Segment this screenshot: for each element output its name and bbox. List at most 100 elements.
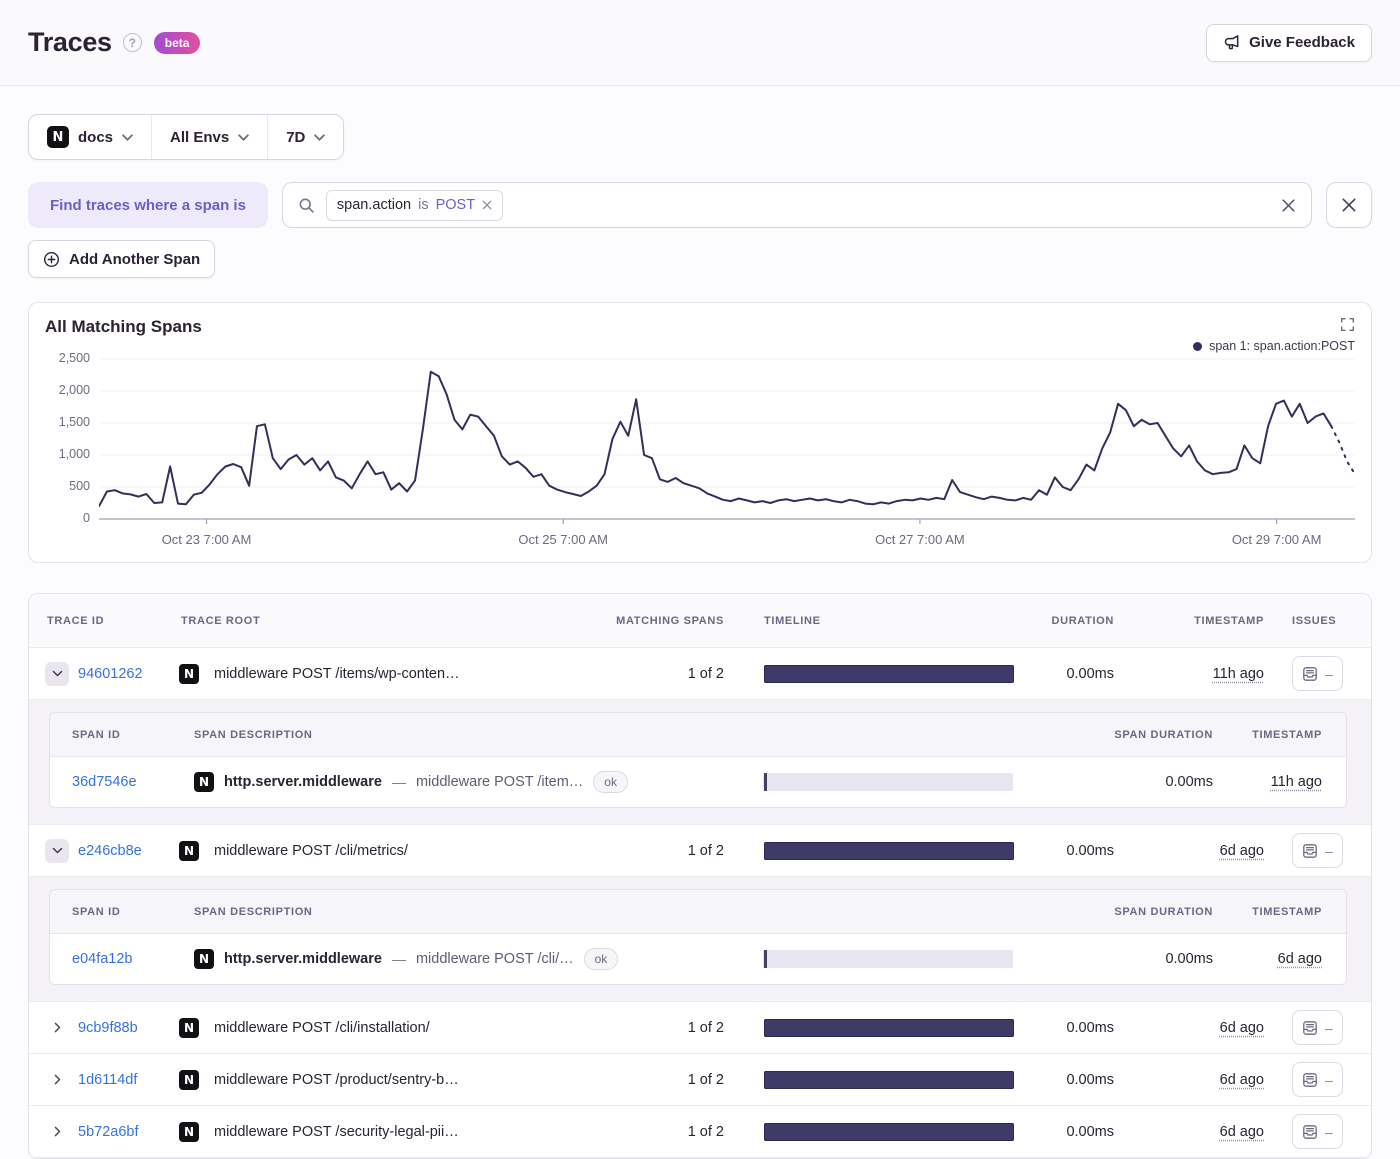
span-id-link[interactable]: e04fa12b — [72, 951, 132, 967]
column-header-span-timestamp: TIMESTAMP — [1252, 728, 1322, 741]
chevron-right-icon — [54, 1022, 60, 1033]
issues-button[interactable]: – — [1292, 1114, 1343, 1149]
chevron-down-icon — [238, 133, 249, 141]
issues-count: – — [1325, 665, 1333, 682]
nextjs-project-icon: N — [47, 126, 69, 148]
trace-root-text: middleware POST /security-legal-pii… — [214, 1123, 459, 1140]
plus-circle-icon — [43, 251, 60, 268]
duration-value: 0.00ms — [1066, 665, 1114, 682]
status-badge: ok — [593, 771, 628, 793]
timestamp-link[interactable]: 6d ago — [1220, 843, 1264, 859]
x-axis-label: Oct 29 7:00 AM — [1231, 532, 1322, 547]
matching-spans-count: 1 of 2 — [687, 1019, 724, 1036]
expand-toggle[interactable] — [45, 1120, 69, 1144]
matching-spans-count: 1 of 2 — [687, 1123, 724, 1140]
trace-row[interactable]: 9cb9f88b N middleware POST /cli/installa… — [29, 1002, 1371, 1054]
chart-legend[interactable]: span 1: span.action:POST — [45, 338, 1355, 354]
trace-id-link[interactable]: 9cb9f88b — [78, 1020, 138, 1036]
span-row[interactable]: 36d7546e N http.server.middleware — midd… — [50, 757, 1346, 807]
timestamp-link[interactable]: 6d ago — [1220, 1072, 1264, 1088]
issues-icon — [1303, 666, 1317, 681]
span-table-header: SPAN ID SPAN DESCRIPTION SPAN DURATION T… — [50, 713, 1346, 757]
span-id-link[interactable]: 36d7546e — [72, 774, 137, 790]
trace-id-link[interactable]: e246cb8e — [78, 843, 142, 859]
trace-row[interactable]: 5b72a6bf N middleware POST /security-leg… — [29, 1106, 1371, 1158]
nextjs-project-icon: N — [179, 1069, 199, 1090]
matching-spans-chart-panel: All Matching Spans span 1: span.action:P… — [28, 302, 1372, 563]
column-header-span-duration: SPAN DURATION — [1114, 728, 1213, 741]
y-axis-label: 1,000 — [58, 447, 90, 461]
chart-title: All Matching Spans — [45, 317, 202, 336]
nextjs-project-icon: N — [179, 840, 199, 861]
y-axis-label: 0 — [83, 511, 90, 525]
y-axis-label: 2,000 — [58, 383, 90, 397]
timestamp-link[interactable]: 6d ago — [1220, 1020, 1264, 1036]
span-operation: http.server.middleware — [224, 951, 382, 967]
timestamp-link[interactable]: 6d ago — [1278, 951, 1322, 967]
time-period-filter[interactable]: 7D — [267, 115, 343, 159]
issues-button[interactable]: – — [1292, 656, 1343, 691]
column-header-span-id: SPAN ID — [72, 728, 121, 741]
timeline-bar — [764, 841, 1014, 860]
timestamp-link[interactable]: 11h ago — [1271, 774, 1322, 790]
timestamp-link[interactable]: 11h ago — [1213, 666, 1264, 682]
matching-spans-count: 1 of 2 — [687, 1071, 724, 1088]
trace-id-link[interactable]: 5b72a6bf — [78, 1124, 138, 1140]
trace-row[interactable]: 94601262 N middleware POST /items/wp-con… — [29, 648, 1371, 700]
clear-search-icon[interactable] — [1281, 198, 1296, 213]
duration-value: 0.00ms — [1066, 1071, 1114, 1088]
timeline-bar — [764, 664, 1014, 683]
matching-spans-count: 1 of 2 — [687, 842, 724, 859]
span-operation: http.server.middleware — [224, 774, 382, 790]
span-row[interactable]: e04fa12b N http.server.middleware — midd… — [50, 934, 1346, 984]
fullscreen-icon[interactable] — [1340, 317, 1355, 332]
beta-badge: beta — [153, 31, 201, 54]
expanded-spans-section: SPAN ID SPAN DESCRIPTION SPAN DURATION T… — [29, 700, 1371, 825]
timestamp-link[interactable]: 6d ago — [1220, 1124, 1264, 1140]
help-icon[interactable]: ? — [122, 33, 142, 52]
token-remove-icon[interactable] — [482, 200, 492, 210]
trace-id-link[interactable]: 1d6114df — [78, 1072, 137, 1088]
issues-icon — [1303, 1124, 1317, 1139]
project-filter[interactable]: N docs — [29, 115, 151, 159]
span-search-input[interactable]: span.action is POST — [281, 182, 1312, 228]
timeline-bar — [764, 1018, 1014, 1037]
y-axis-label: 500 — [69, 479, 90, 493]
nextjs-project-icon: N — [179, 1017, 199, 1038]
legend-label: span 1: span.action:POST — [1209, 339, 1355, 353]
project-filter-label: docs — [78, 128, 114, 146]
remove-span-filter-button[interactable] — [1326, 182, 1372, 228]
give-feedback-button[interactable]: Give Feedback — [1206, 23, 1372, 62]
duration-value: 0.00ms — [1066, 1123, 1114, 1140]
find-traces-where-label[interactable]: Find traces where a span is — [28, 182, 268, 228]
column-header-span-timestamp: TIMESTAMP — [1252, 905, 1322, 918]
span-table-header: SPAN ID SPAN DESCRIPTION SPAN DURATION T… — [50, 890, 1346, 934]
column-header-span-description: SPAN DESCRIPTION — [194, 905, 313, 918]
filter-token[interactable]: span.action is POST — [325, 189, 504, 221]
trace-row[interactable]: 1d6114df N middleware POST /product/sent… — [29, 1054, 1371, 1106]
issues-button[interactable]: – — [1292, 1010, 1343, 1045]
trace-row[interactable]: e246cb8e N middleware POST /cli/metrics/… — [29, 825, 1371, 877]
collapse-toggle[interactable] — [45, 661, 69, 686]
filter-bar: N docs All Envs 7D — [28, 114, 345, 160]
duration-value: 0.00ms — [1066, 842, 1114, 859]
add-another-span-button[interactable]: Add Another Span — [28, 240, 216, 278]
environment-filter[interactable]: All Envs — [151, 115, 267, 159]
chevron-down-icon — [52, 847, 62, 854]
megaphone-icon — [1223, 34, 1240, 51]
add-another-span-label: Add Another Span — [69, 250, 201, 268]
expand-toggle[interactable] — [45, 1068, 69, 1092]
environment-filter-label: All Envs — [170, 128, 230, 146]
trace-root-text: middleware POST /items/wp-conten… — [214, 665, 460, 682]
duration-value: 0.00ms — [1066, 1019, 1114, 1036]
trace-id-link[interactable]: 94601262 — [78, 666, 143, 682]
expand-toggle[interactable] — [45, 1016, 69, 1040]
collapse-toggle[interactable] — [45, 838, 69, 863]
issues-button[interactable]: – — [1292, 833, 1343, 868]
issues-button[interactable]: – — [1292, 1062, 1343, 1097]
chevron-right-icon — [54, 1126, 60, 1137]
column-header-matching-spans: MATCHING SPANS — [616, 614, 724, 627]
trace-root-text: middleware POST /cli/installation/ — [214, 1019, 430, 1036]
column-header-trace-root: TRACE ROOT — [181, 614, 261, 627]
x-axis: Oct 23 7:00 AM Oct 25 7:00 AM Oct 27 7:00 … — [99, 526, 1355, 552]
